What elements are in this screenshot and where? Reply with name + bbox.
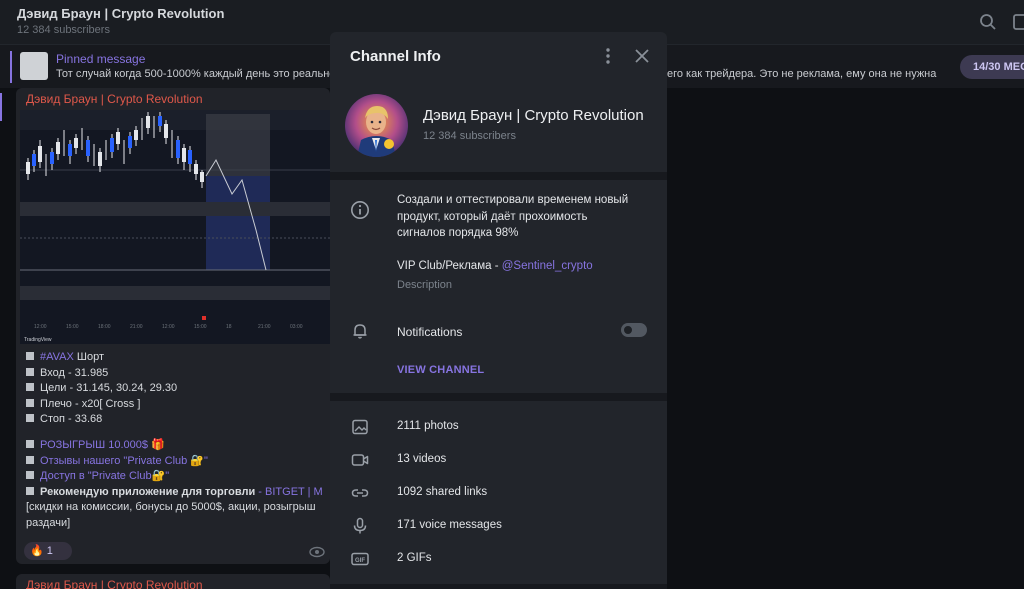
- section-divider: [330, 172, 667, 180]
- views-eye-icon: [309, 546, 325, 558]
- signal-line: #AVAX Шорт: [26, 350, 326, 366]
- signal-line: Вход - 31.985: [26, 366, 326, 382]
- link-icon: [351, 489, 369, 497]
- photo-icon: [352, 419, 368, 435]
- pinned-accent: [10, 51, 12, 83]
- reaction-badge[interactable]: 🔥 1: [24, 542, 72, 560]
- signal-line: Стоп - 33.68: [26, 412, 326, 428]
- pinned-title: Pinned message: [56, 52, 146, 66]
- vip-contact-link[interactable]: @Sentinel_crypto: [502, 260, 593, 272]
- svg-text:18: 18: [226, 324, 232, 330]
- vip-line: VIP Club/Реклама - @Sentinel_crypto: [397, 260, 593, 272]
- bell-icon: [353, 324, 367, 339]
- svg-text:21:00: 21:00: [130, 324, 143, 330]
- channel-subscribers: 12 384 subscribers: [423, 130, 516, 142]
- notifications-toggle[interactable]: [621, 323, 647, 337]
- panel-title: Channel Info: [350, 48, 441, 65]
- pinned-text: Тот случай когда 500-1000% каждый день э…: [56, 68, 330, 80]
- panel-toggle-icon[interactable]: [1012, 12, 1024, 32]
- promo-link[interactable]: Доступ в "Private Club🔐": [26, 469, 326, 485]
- microphone-icon: [353, 517, 367, 534]
- unread-indicator: [0, 93, 2, 121]
- footer-line: раздачи]: [26, 516, 71, 529]
- chat-subscribers: 12 384 subscribers: [17, 24, 110, 36]
- media-row-voice[interactable]: 171 voice messages: [330, 510, 667, 542]
- more-options-icon[interactable]: [600, 47, 616, 65]
- signal-line: Плечо - x20[ Cross ]: [26, 397, 326, 413]
- svg-text:12:00: 12:00: [162, 324, 175, 330]
- pinned-counter-badge[interactable]: 14/30 MEGA: [960, 55, 1024, 79]
- gif-icon: GIF: [351, 552, 369, 566]
- media-row-photos[interactable]: 2111 photos: [330, 411, 667, 443]
- media-row-links[interactable]: 1092 shared links: [330, 477, 667, 509]
- view-channel-button[interactable]: VIEW CHANNEL: [397, 364, 484, 376]
- svg-text:15:00: 15:00: [194, 324, 207, 330]
- channel-avatar[interactable]: [345, 94, 408, 157]
- media-label: 13 videos: [397, 453, 447, 465]
- section-divider: [330, 584, 667, 589]
- search-icon[interactable]: [978, 12, 998, 32]
- channel-info-panel: Channel Info Дэвид Браун | Crypto Revolu…: [330, 32, 667, 589]
- description-label: Description: [397, 279, 453, 291]
- channel-description: Создали и оттестировали временем новый п…: [397, 194, 629, 239]
- channel-name: Дэвид Браун | Crypto Revolution: [423, 107, 644, 124]
- toggle-knob: [622, 324, 634, 336]
- notifications-label: Notifications: [397, 325, 463, 339]
- svg-text:12:00: 12:00: [34, 324, 47, 330]
- svg-text:GIF: GIF: [355, 558, 365, 564]
- promo-link[interactable]: РОЗЫГРЫШ 10.000$ 🎁: [26, 438, 326, 454]
- svg-text:21:00: 21:00: [258, 324, 271, 330]
- close-icon[interactable]: [634, 48, 650, 64]
- media-row-videos[interactable]: 13 videos: [330, 444, 667, 476]
- message-text: #AVAX Шорт Вход - 31.985 Цели - 31.145, …: [26, 350, 326, 532]
- media-row-gifs[interactable]: GIF 2 GIFs: [330, 543, 667, 575]
- next-message-bubble[interactable]: Дэвид Браун | Crypto Revolution: [16, 574, 330, 589]
- svg-text:18:00: 18:00: [98, 324, 111, 330]
- media-label: 2 GIFs: [397, 552, 432, 564]
- promo-link[interactable]: Отзывы нашего "Private Club 🔐": [26, 454, 326, 470]
- video-icon: [351, 454, 369, 466]
- pinned-thumbnail: [20, 52, 48, 80]
- svg-text:15:00: 15:00: [66, 324, 79, 330]
- media-label: 1092 shared links: [397, 486, 488, 498]
- message-author[interactable]: Дэвид Браун | Crypto Revolution: [26, 92, 203, 106]
- recommend-line[interactable]: Рекомендую приложение для торговли - BIT…: [26, 485, 326, 501]
- svg-text:03:00: 03:00: [290, 324, 303, 330]
- chart-image[interactable]: 12:00 15:00 18:00 21:00 12:00 15:00 18 21:00 0…: [20, 110, 330, 344]
- message-bubble[interactable]: Дэвид Браун | Crypto Revolution 12:00 15…: [16, 88, 330, 564]
- pinned-text-continued: его как трейдера. Это не реклама, ему он…: [667, 68, 937, 80]
- media-label: 2111 photos: [397, 420, 459, 432]
- message-author[interactable]: Дэвид Браун | Crypto Revolution: [26, 578, 203, 589]
- info-icon: [351, 201, 369, 219]
- media-label: 171 voice messages: [397, 519, 502, 531]
- section-divider: [330, 393, 667, 401]
- footer-line: [скидки на комиссии, бонусы до 5000$, ак…: [26, 501, 316, 514]
- svg-text:TradingView: TradingView: [24, 337, 52, 343]
- signal-line: Цели - 31.145, 30.24, 29.30: [26, 381, 326, 397]
- chat-title[interactable]: Дэвид Браун | Crypto Revolution: [17, 6, 224, 21]
